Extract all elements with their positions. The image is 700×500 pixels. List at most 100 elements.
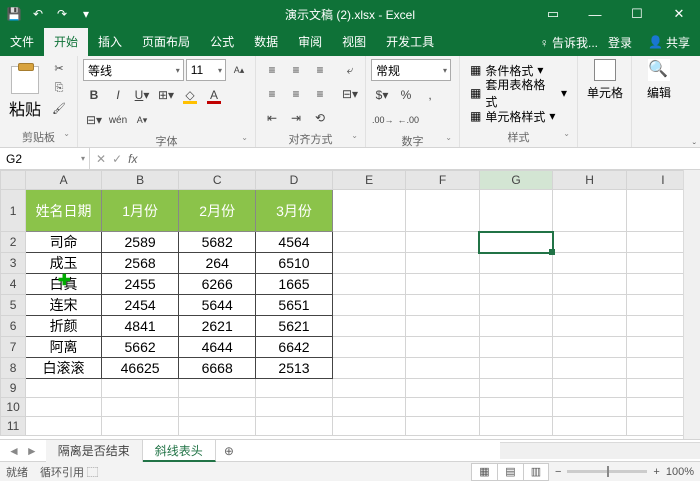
cell[interactable]: 4841 [101, 316, 178, 337]
wrap-text[interactable]: ⤶ [339, 59, 361, 81]
cell[interactable] [406, 398, 479, 417]
format-painter-button[interactable]: 🖌 [49, 99, 69, 117]
undo-icon[interactable]: ↶ [28, 4, 48, 24]
ribbon-opts-icon[interactable]: ▭ [532, 0, 574, 28]
cell[interactable]: 6668 [179, 358, 256, 379]
cell[interactable] [332, 232, 405, 253]
font-color-button[interactable]: A [203, 84, 225, 106]
tab-nav-next[interactable]: ► [26, 444, 38, 458]
cell[interactable]: 连宋 [26, 295, 102, 316]
cell[interactable] [179, 379, 256, 398]
cell[interactable] [406, 274, 479, 295]
menu-data[interactable]: 数据 [244, 28, 288, 56]
cell[interactable] [553, 190, 626, 232]
indent-inc[interactable]: ⇥ [285, 107, 307, 129]
col-header[interactable]: G [479, 171, 553, 190]
cell[interactable] [406, 295, 479, 316]
cell[interactable]: 5621 [256, 316, 333, 337]
cell[interactable]: 4644 [179, 337, 256, 358]
zoom-out[interactable]: − [555, 466, 561, 478]
cell[interactable] [479, 379, 553, 398]
cell[interactable] [406, 232, 479, 253]
cell[interactable]: 2454 [101, 295, 178, 316]
tab-nav-prev[interactable]: ◄ [8, 444, 20, 458]
number-format-combo[interactable]: 常规 [371, 59, 451, 81]
cell[interactable] [553, 398, 626, 417]
cell[interactable]: 6642 [256, 337, 333, 358]
maximize-button[interactable]: ☐ [616, 0, 658, 28]
row-header[interactable]: 6 [1, 316, 26, 337]
cell[interactable]: 阿离 [26, 337, 102, 358]
cell[interactable] [553, 417, 626, 436]
row-header[interactable]: 4 [1, 274, 26, 295]
cell[interactable]: 6510 [256, 253, 333, 274]
save-icon[interactable]: 💾 [4, 4, 24, 24]
indent-dec[interactable]: ⇤ [261, 107, 283, 129]
cell[interactable] [553, 379, 626, 398]
menu-home[interactable]: 开始 [44, 28, 88, 56]
cell[interactable]: 46625 [101, 358, 178, 379]
col-header[interactable]: A [26, 171, 102, 190]
align-mid[interactable]: ≡ [285, 59, 307, 81]
cell[interactable] [406, 358, 479, 379]
cell[interactable] [26, 398, 102, 417]
col-header[interactable]: E [332, 171, 405, 190]
cell[interactable] [332, 295, 405, 316]
formula-input[interactable] [143, 148, 700, 169]
cell[interactable]: 5662 [101, 337, 178, 358]
col-header[interactable]: D [256, 171, 333, 190]
close-button[interactable]: ✕ [658, 0, 700, 28]
inc-decimal[interactable]: .00→ [371, 109, 395, 131]
cell[interactable] [553, 274, 626, 295]
cell[interactable] [332, 316, 405, 337]
cell[interactable] [553, 232, 626, 253]
minimize-button[interactable]: — [574, 0, 616, 28]
scrollbar-horizontal[interactable] [500, 442, 700, 459]
cell[interactable] [101, 417, 178, 436]
cell[interactable] [101, 398, 178, 417]
view-layout[interactable]: ▤ [497, 463, 523, 481]
cell[interactable] [332, 379, 405, 398]
font-size-combo[interactable]: 11 [186, 59, 226, 81]
grow-font-button[interactable]: A▴ [228, 59, 250, 81]
menu-review[interactable]: 审阅 [288, 28, 332, 56]
row-header[interactable]: 9 [1, 379, 26, 398]
cut-button[interactable]: ✂ [49, 59, 69, 77]
menu-layout[interactable]: 页面布局 [132, 28, 200, 56]
orientation[interactable]: ⟲ [309, 107, 331, 129]
cell[interactable]: 5651 [256, 295, 333, 316]
cell[interactable] [479, 337, 553, 358]
cell[interactable] [406, 417, 479, 436]
cell[interactable] [332, 190, 405, 232]
cell[interactable]: 折颜 [26, 316, 102, 337]
name-box[interactable]: G2 [0, 148, 90, 170]
cell[interactable]: 2621 [179, 316, 256, 337]
fill-color-button[interactable]: ◇ [179, 84, 201, 106]
copy-button[interactable]: ⎘ [49, 79, 69, 97]
login-link[interactable]: 登录 [608, 34, 632, 51]
new-sheet-button[interactable]: ⊕ [216, 444, 242, 458]
cell[interactable] [256, 417, 333, 436]
view-pagebreak[interactable]: ▥ [523, 463, 549, 481]
row-header[interactable]: 10 [1, 398, 26, 417]
col-header[interactable]: B [101, 171, 178, 190]
merge-cells[interactable]: ⊟▾ [339, 83, 361, 105]
cell[interactable]: 4564 [256, 232, 333, 253]
cell[interactable] [26, 379, 102, 398]
menu-dev[interactable]: 开发工具 [376, 28, 444, 56]
cell[interactable] [332, 274, 405, 295]
col-header[interactable]: H [553, 171, 626, 190]
row-header[interactable]: 8 [1, 358, 26, 379]
sheet-tab-1[interactable]: 斜线表头 [143, 440, 216, 462]
cell[interactable] [179, 417, 256, 436]
cell[interactable] [479, 316, 553, 337]
cell[interactable] [479, 398, 553, 417]
cell[interactable] [479, 253, 553, 274]
underline-button[interactable]: U▾ [131, 84, 153, 106]
menu-insert[interactable]: 插入 [88, 28, 132, 56]
cell-styles-button[interactable]: ▦单元格样式▾ [465, 105, 572, 127]
scrollbar-vertical[interactable] [683, 170, 700, 439]
cell[interactable] [26, 417, 102, 436]
cell[interactable] [332, 253, 405, 274]
cell[interactable]: 司命 [26, 232, 102, 253]
